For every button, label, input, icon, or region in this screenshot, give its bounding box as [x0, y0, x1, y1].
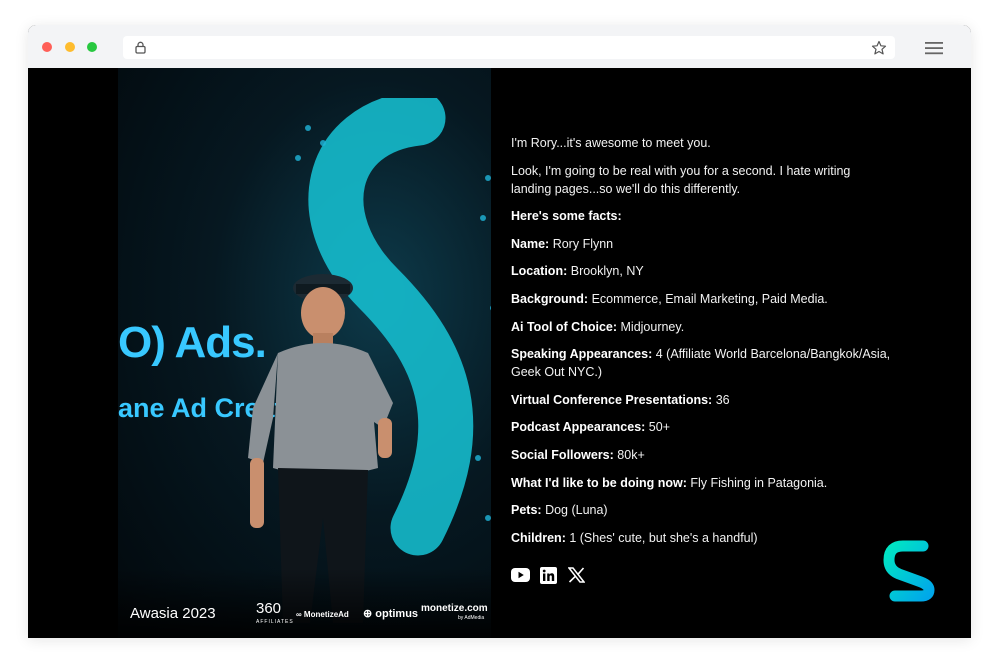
- fact-ai-tool: Ai Tool of Choice: Midjourney.: [511, 319, 685, 334]
- fact-name: Name: Rory Flynn: [511, 236, 614, 251]
- lock-icon: [135, 41, 146, 54]
- affiliates-360-subtext: AFFILIATES: [256, 619, 294, 625]
- monetize-com-logo: monetize.com: [421, 603, 488, 614]
- maximize-window-button[interactable]: [87, 42, 97, 52]
- fact-pets: Pets: Dog (Luna): [511, 503, 608, 518]
- bookmark-star-icon[interactable]: [871, 40, 887, 56]
- fact-social-followers: Social Followers: 80k+: [511, 447, 645, 462]
- linkedin-icon[interactable]: [540, 567, 557, 584]
- address-bar[interactable]: [123, 36, 895, 59]
- page-content: O) Ads. ane Ad Creati Awasia 2023 360 AF…: [28, 68, 971, 638]
- optimus-logo: ⊕ optimus: [363, 608, 419, 620]
- intro-text: I'm Rory...it's awesome to meet you.: [511, 136, 711, 150]
- fact-virtual-presentations: Virtual Conference Presentations: 36: [511, 392, 730, 407]
- about-text-column: I'm Rory...it's awesome to meet you. Loo…: [511, 134, 891, 556]
- minimize-window-button[interactable]: [65, 42, 75, 52]
- brand-logo-icon: [883, 540, 935, 602]
- close-window-button[interactable]: [42, 42, 52, 52]
- fact-podcast-appearances: Podcast Appearances: 50+: [511, 420, 671, 435]
- fact-children: Children: 1 (Shes' cute, but she's a han…: [511, 530, 758, 545]
- lead-text: Look, I'm going to be real with you for …: [511, 163, 851, 196]
- fact-speaking-appearances: Speaking Appearances: 4 (Affiliate World…: [511, 347, 891, 380]
- hamburger-menu-icon[interactable]: [924, 40, 944, 56]
- fact-would-like-to-be-doing: What I'd like to be doing now: Fly Fishi…: [511, 475, 828, 490]
- speaker-photo: O) Ads. ane Ad Creati Awasia 2023 360 AF…: [118, 68, 491, 638]
- browser-titlebar: [28, 25, 971, 68]
- affiliates-360-logo: 360: [256, 600, 282, 617]
- fact-location: Location: Brooklyn, NY: [511, 264, 644, 279]
- facts-heading: Here's some facts:: [511, 209, 622, 224]
- monetizead-logo: ∞ MonetizeAd: [296, 610, 349, 619]
- x-icon[interactable]: [568, 567, 585, 583]
- monetize-com-subtext: by AdMedia: [458, 615, 485, 621]
- browser-window: O) Ads. ane Ad Creati Awasia 2023 360 AF…: [28, 25, 971, 638]
- sponsor-logos-bar: Awasia 2023 360 AFFILIATES ∞ MonetizeAd …: [118, 568, 491, 638]
- fact-background: Background: Ecommerce, Email Marketing, …: [511, 291, 828, 306]
- awasia-logo: Awasia 2023: [130, 605, 216, 622]
- youtube-icon[interactable]: [511, 568, 530, 582]
